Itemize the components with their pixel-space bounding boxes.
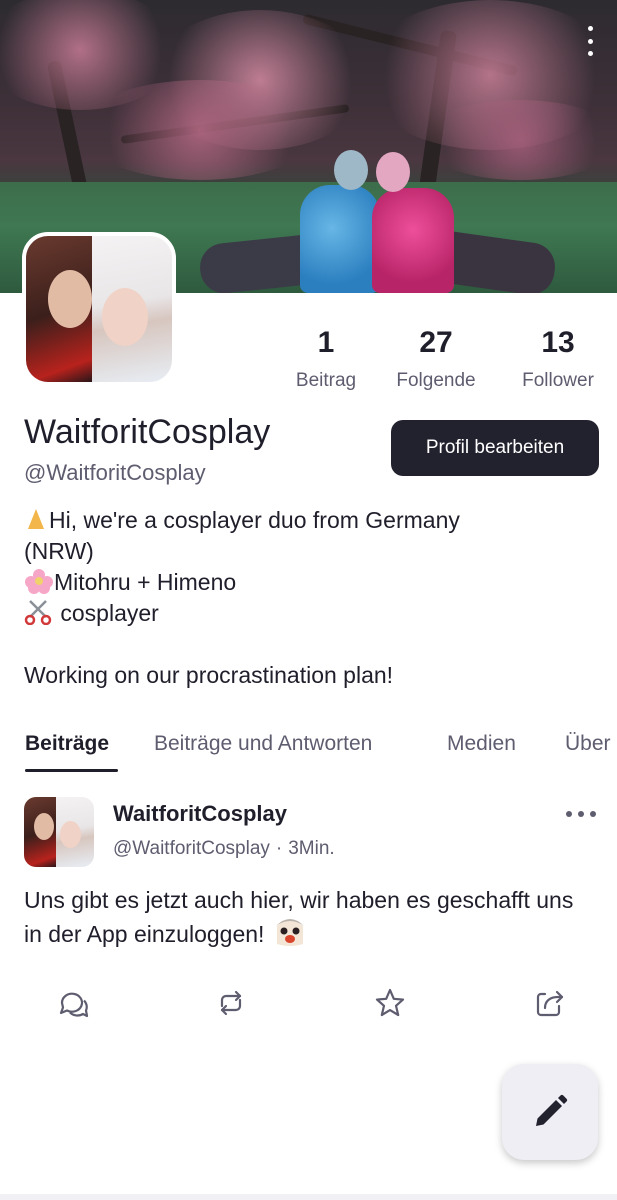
profile-display-name: WaitforitCosplay [24, 413, 271, 451]
post-meta: @WaitforitCosplay · 3Min. [113, 838, 335, 860]
like-button[interactable] [373, 986, 407, 1025]
chibi-emoji-icon [275, 919, 304, 946]
stat-posts[interactable]: 1 Beitrag [290, 324, 362, 393]
bio-line-2: (NRW) [24, 538, 94, 564]
tab-about[interactable]: Über [565, 732, 611, 756]
stat-posts-label: Beitrag [295, 370, 357, 391]
stat-following[interactable]: 27 Folgende [388, 324, 484, 393]
post-author-avatar[interactable] [24, 797, 94, 867]
more-horizontal-icon[interactable] [566, 806, 596, 822]
share-button[interactable] [533, 986, 567, 1025]
star-icon [375, 988, 405, 1017]
profile-handle: @WaitforitCosplay [24, 460, 206, 485]
profile-bio: Hi, we're a cosplayer duo from Germany (… [24, 505, 594, 691]
tab-posts[interactable]: Beiträge [25, 732, 109, 756]
bio-line-5: Working on our procrastination plan! [24, 662, 394, 688]
bio-line-1: Hi, we're a cosplayer duo from Germany [49, 507, 460, 533]
post-timestamp[interactable]: 3Min. [288, 838, 334, 859]
reply-button[interactable] [56, 986, 90, 1025]
repost-icon [220, 990, 242, 1016]
edit-profile-button[interactable]: Profil bearbeiten [391, 420, 599, 476]
pencil-icon [536, 1094, 568, 1126]
active-tab-indicator [25, 769, 118, 772]
post-author-handle[interactable]: @WaitforitCosplay [113, 838, 270, 859]
tab-posts-and-replies[interactable]: Beiträge und Antworten [154, 732, 372, 756]
post-author-name[interactable]: WaitforitCosplay [113, 801, 287, 827]
post-text: Uns gibt es jetzt auch hier, wir haben e… [24, 884, 594, 950]
system-navigation-bar [0, 1194, 617, 1200]
post-meta-separator: · [275, 838, 283, 859]
bio-line-4: cosplayer [54, 600, 159, 626]
bio-line-3: Mitohru + Himeno [54, 569, 237, 595]
pray-emoji-icon [24, 508, 48, 530]
cherry-blossom-emoji-icon [24, 568, 54, 594]
stat-posts-value: 1 [317, 326, 335, 359]
more-vertical-icon[interactable] [583, 26, 597, 56]
scissors-emoji-icon [24, 600, 52, 625]
reply-icon [59, 992, 89, 1018]
stat-following-value: 27 [419, 326, 453, 359]
repost-button[interactable] [214, 986, 248, 1025]
stat-followers-label: Follower [522, 370, 594, 391]
share-icon [536, 990, 564, 1017]
compose-button[interactable] [502, 1064, 598, 1160]
profile-avatar[interactable] [22, 232, 176, 386]
stat-followers[interactable]: 13 Follower [512, 324, 604, 393]
profile-tabs: Beiträge Beiträge und Antworten Medien Ü… [0, 728, 617, 774]
stat-following-label: Folgende [396, 370, 476, 391]
tab-media[interactable]: Medien [447, 732, 516, 756]
stat-followers-value: 13 [541, 326, 575, 359]
